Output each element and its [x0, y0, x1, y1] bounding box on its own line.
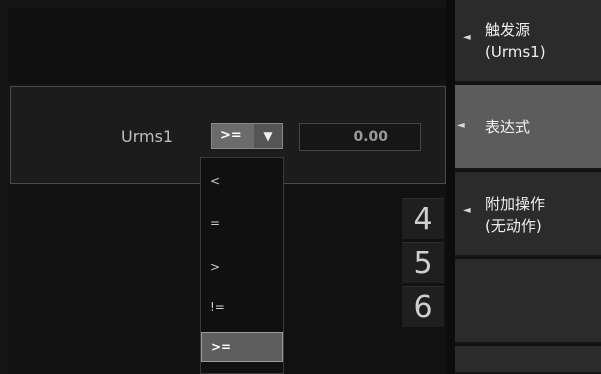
menu-arrow-icon: ◄	[463, 32, 471, 43]
operator-option-ge[interactable]: >=	[201, 332, 283, 362]
operator-option-gt[interactable]: >	[201, 252, 283, 282]
menu-item-label: 表达式	[485, 118, 531, 136]
key-5[interactable]: 5	[402, 242, 444, 283]
operator-option-eq[interactable]: =	[201, 208, 283, 238]
menu-item-expression[interactable]: ◄ 表达式	[455, 85, 601, 170]
menu-item-label: 附加操作	[485, 195, 546, 213]
key-6[interactable]: 6	[402, 286, 444, 327]
softkey-menu: ◄ 触发源 (Urms1) ◄ 表达式 ◄ 附加操作 (无动作)	[455, 0, 601, 374]
operator-dropdown: < = > != >=	[200, 157, 284, 374]
menu-item-sublabel: (无动作)	[485, 217, 542, 235]
menu-divider	[446, 0, 455, 374]
menu-item-sublabel: (Urms1)	[485, 43, 546, 61]
menu-arrow-icon: ◄	[457, 120, 465, 131]
operator-select[interactable]: >= ▼	[211, 123, 283, 149]
upper-panel	[8, 8, 446, 83]
menu-item-empty-5[interactable]	[455, 346, 601, 374]
menu-item-empty-4[interactable]	[455, 259, 601, 344]
chevron-down-icon[interactable]: ▼	[254, 124, 282, 148]
menu-arrow-icon: ◄	[463, 205, 471, 216]
threshold-input[interactable]: 0.00	[299, 123, 421, 151]
operator-value: >=	[220, 128, 242, 143]
signal-label: Urms1	[121, 127, 174, 146]
operator-option-ne[interactable]: !=	[201, 292, 283, 322]
operator-option-lt[interactable]: <	[201, 166, 283, 196]
menu-item-trigger-source[interactable]: ◄ 触发源 (Urms1)	[455, 0, 601, 83]
menu-item-label: 触发源	[485, 21, 531, 39]
menu-item-additional-action[interactable]: ◄ 附加操作 (无动作)	[455, 172, 601, 257]
key-4[interactable]: 4	[402, 198, 444, 239]
